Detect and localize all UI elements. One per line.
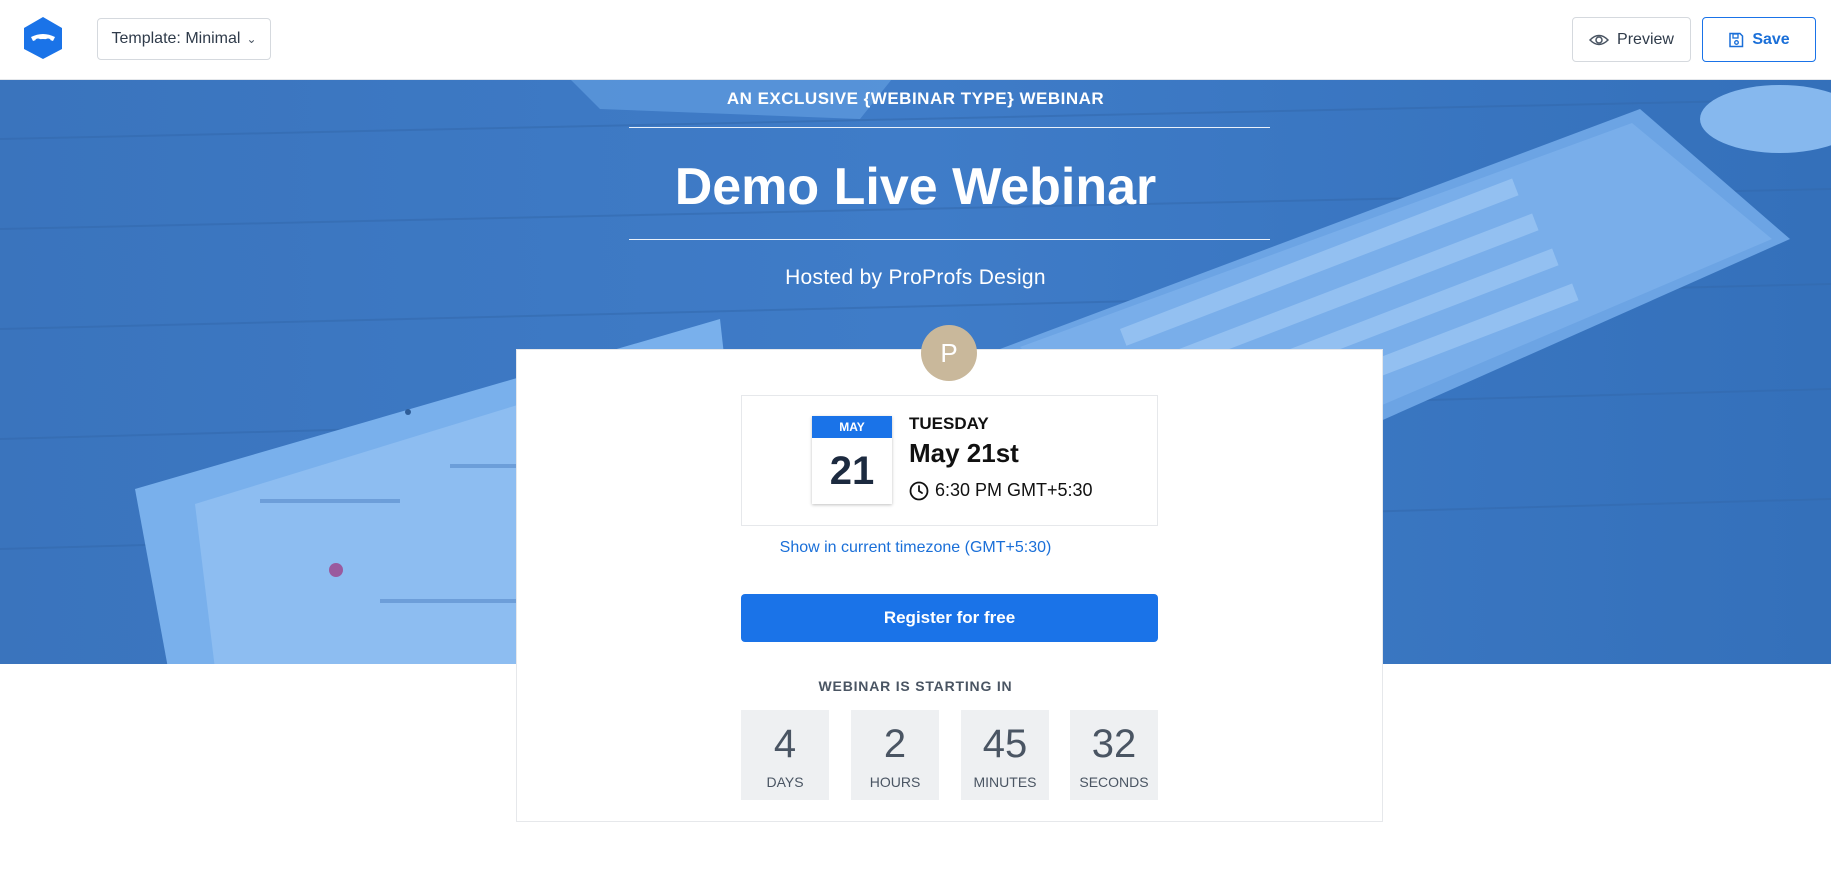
calendar-badge: MAY 21 xyxy=(812,416,892,504)
preview-button-label: Preview xyxy=(1617,30,1674,48)
template-dropdown[interactable]: Template: Minimal ⌄ xyxy=(97,18,271,60)
countdown-hours-label: HOURS xyxy=(869,774,921,790)
countdown-minutes-label: MINUTES xyxy=(973,774,1037,790)
top-toolbar: Template: Minimal ⌄ Preview Save xyxy=(0,0,1831,80)
template-dropdown-label: Template: Minimal xyxy=(111,30,241,47)
save-button-label: Save xyxy=(1752,30,1790,48)
show-current-timezone-link[interactable]: Show in current timezone (GMT+5:30) xyxy=(780,539,1052,556)
hero-subtitle: AN EXCLUSIVE {WEBINAR TYPE} WEBINAR xyxy=(726,89,1105,108)
hero-host: Hosted by ProProfs Design xyxy=(785,266,1046,289)
countdown-seconds: 32 SECONDS xyxy=(1070,710,1158,800)
calendar-day: 21 xyxy=(829,448,875,493)
clock-icon xyxy=(909,481,929,500)
countdown-hours-value: 2 xyxy=(883,722,907,766)
host-avatar: P xyxy=(921,325,977,381)
hero-title: Demo Live Webinar xyxy=(674,158,1157,216)
countdown-minutes: 45 MINUTES xyxy=(961,710,1049,800)
event-date-box: MAY 21 TUESDAY May 21st 6:30 PM GMT+5:30 xyxy=(741,395,1158,526)
countdown-seconds-label: SECONDS xyxy=(1079,774,1149,790)
hero-divider-bottom xyxy=(629,239,1270,240)
calendar-month: MAY xyxy=(812,416,892,438)
event-weekday: TUESDAY xyxy=(909,414,989,433)
event-long-date: May 21st xyxy=(909,438,1019,468)
eye-icon xyxy=(1589,34,1610,45)
preview-button[interactable]: Preview xyxy=(1572,17,1691,62)
countdown-hours: 2 HOURS xyxy=(851,710,939,800)
countdown-minutes-value: 45 xyxy=(982,722,1028,766)
register-button[interactable]: Register for free xyxy=(741,594,1158,642)
countdown-days: 4 DAYS xyxy=(741,710,829,800)
countdown-days-value: 4 xyxy=(773,722,797,766)
chevron-down-icon: ⌄ xyxy=(246,32,257,46)
countdown-title: WEBINAR IS STARTING IN xyxy=(818,678,1013,694)
hero-divider-top xyxy=(629,127,1270,128)
timezone-link-row: Show in current timezone (GMT+5:30) xyxy=(0,539,1831,557)
event-time: 6:30 PM GMT+5:30 xyxy=(935,480,1093,500)
countdown-days-label: DAYS xyxy=(766,774,804,790)
app-logo-icon[interactable] xyxy=(22,16,64,60)
save-button[interactable]: Save xyxy=(1702,17,1816,62)
countdown-seconds-value: 32 xyxy=(1091,722,1137,766)
event-time-row: 6:30 PM GMT+5:30 xyxy=(909,480,1093,501)
floppy-disk-icon xyxy=(1729,32,1744,47)
